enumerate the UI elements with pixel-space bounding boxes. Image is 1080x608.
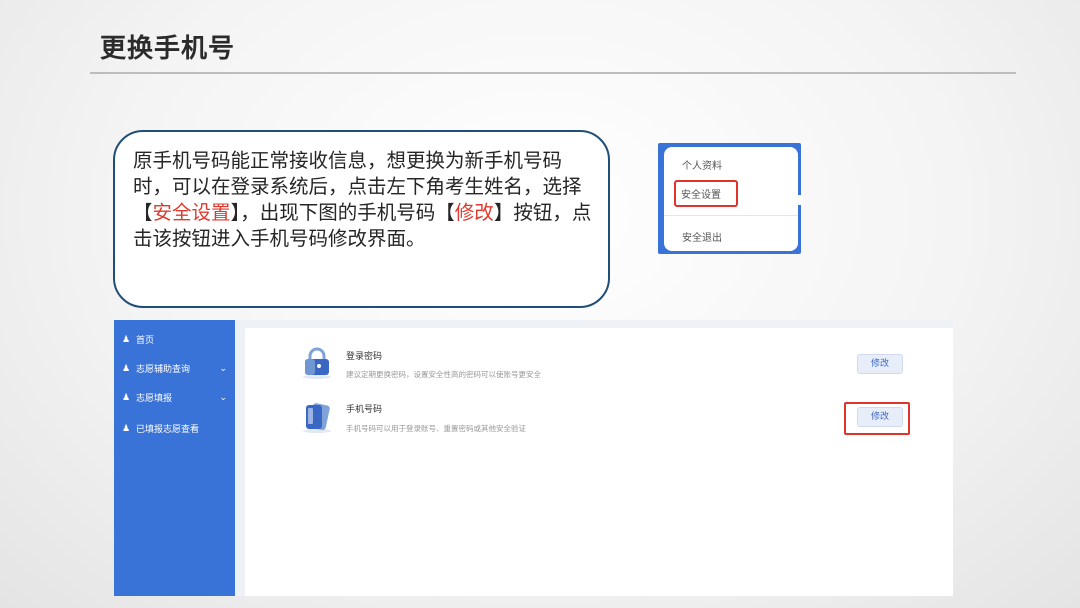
row-desc-login-password: 建议定期更换密码，设置安全性高的密码可以使账号更安全 (346, 369, 541, 380)
user-menu: 个人资料 安全设置 安全退出 (664, 147, 798, 251)
chevron-down-icon: ⌄ (219, 364, 227, 374)
edit-phone-highlight (844, 402, 910, 435)
sidebar-item-volunteer-query[interactable]: ♟ 志愿辅助查询 ⌄ (122, 362, 227, 375)
phone-icon (300, 400, 334, 434)
callout-highlight-security-settings: 安全设置 (153, 201, 231, 224)
user-icon: ♟ (122, 393, 130, 403)
instruction-callout: 原手机号码能正常接收信息，想更换为新手机号码时，可以在登录系统后，点击左下角考生… (113, 130, 610, 308)
row-title-login-password: 登录密码 (346, 349, 382, 362)
security-page-screenshot: ♟ 首页 ♟ 志愿辅助查询 ⌄ ♟ 志愿填报 ⌄ ♟ 已填报志愿查看 登录密码 … (114, 320, 953, 596)
sidebar-item-view-submitted[interactable]: ♟ 已填报志愿查看 (122, 422, 227, 435)
sidebar-item-label: 首页 (136, 333, 154, 346)
sidebar-item-label: 志愿辅助查询 (136, 362, 190, 375)
slide-title: 更换手机号 (100, 28, 235, 65)
user-icon: ♟ (122, 424, 130, 434)
user-icon: ♟ (122, 364, 130, 374)
user-menu-screenshot: 个人资料 安全设置 安全退出 (658, 143, 801, 254)
user-icon: ♟ (122, 335, 130, 345)
sidebar-item-volunteer-fill[interactable]: ♟ 志愿填报 ⌄ (122, 391, 227, 404)
edit-password-button[interactable]: 修改 (857, 354, 903, 374)
row-title-phone-number: 手机号码 (346, 402, 382, 415)
sidebar-item-home[interactable]: ♟ 首页 (122, 333, 227, 346)
security-settings-highlight (674, 180, 738, 207)
callout-highlight-edit: 修改 (455, 201, 494, 224)
sidebar: ♟ 首页 ♟ 志愿辅助查询 ⌄ ♟ 志愿填报 ⌄ ♟ 已填报志愿查看 (114, 320, 235, 596)
sidebar-item-label: 已填报志愿查看 (136, 422, 199, 435)
security-panel: 登录密码 建议定期更换密码，设置安全性高的密码可以使账号更安全 修改 手机号码 … (245, 328, 953, 596)
menu-item-logout[interactable]: 安全退出 (682, 229, 722, 244)
row-desc-phone-number: 手机号码可以用于登录账号、重置密码或其他安全验证 (346, 423, 526, 434)
menu-divider (664, 215, 798, 216)
lock-icon (300, 346, 334, 380)
title-divider (90, 72, 1016, 74)
menu-item-profile[interactable]: 个人资料 (682, 157, 722, 172)
callout-text: 】，出现下图的手机号码【 (231, 201, 455, 224)
menu-edge-marker (797, 195, 803, 205)
chevron-down-icon: ⌄ (219, 393, 227, 403)
sidebar-item-label: 志愿填报 (136, 391, 172, 404)
